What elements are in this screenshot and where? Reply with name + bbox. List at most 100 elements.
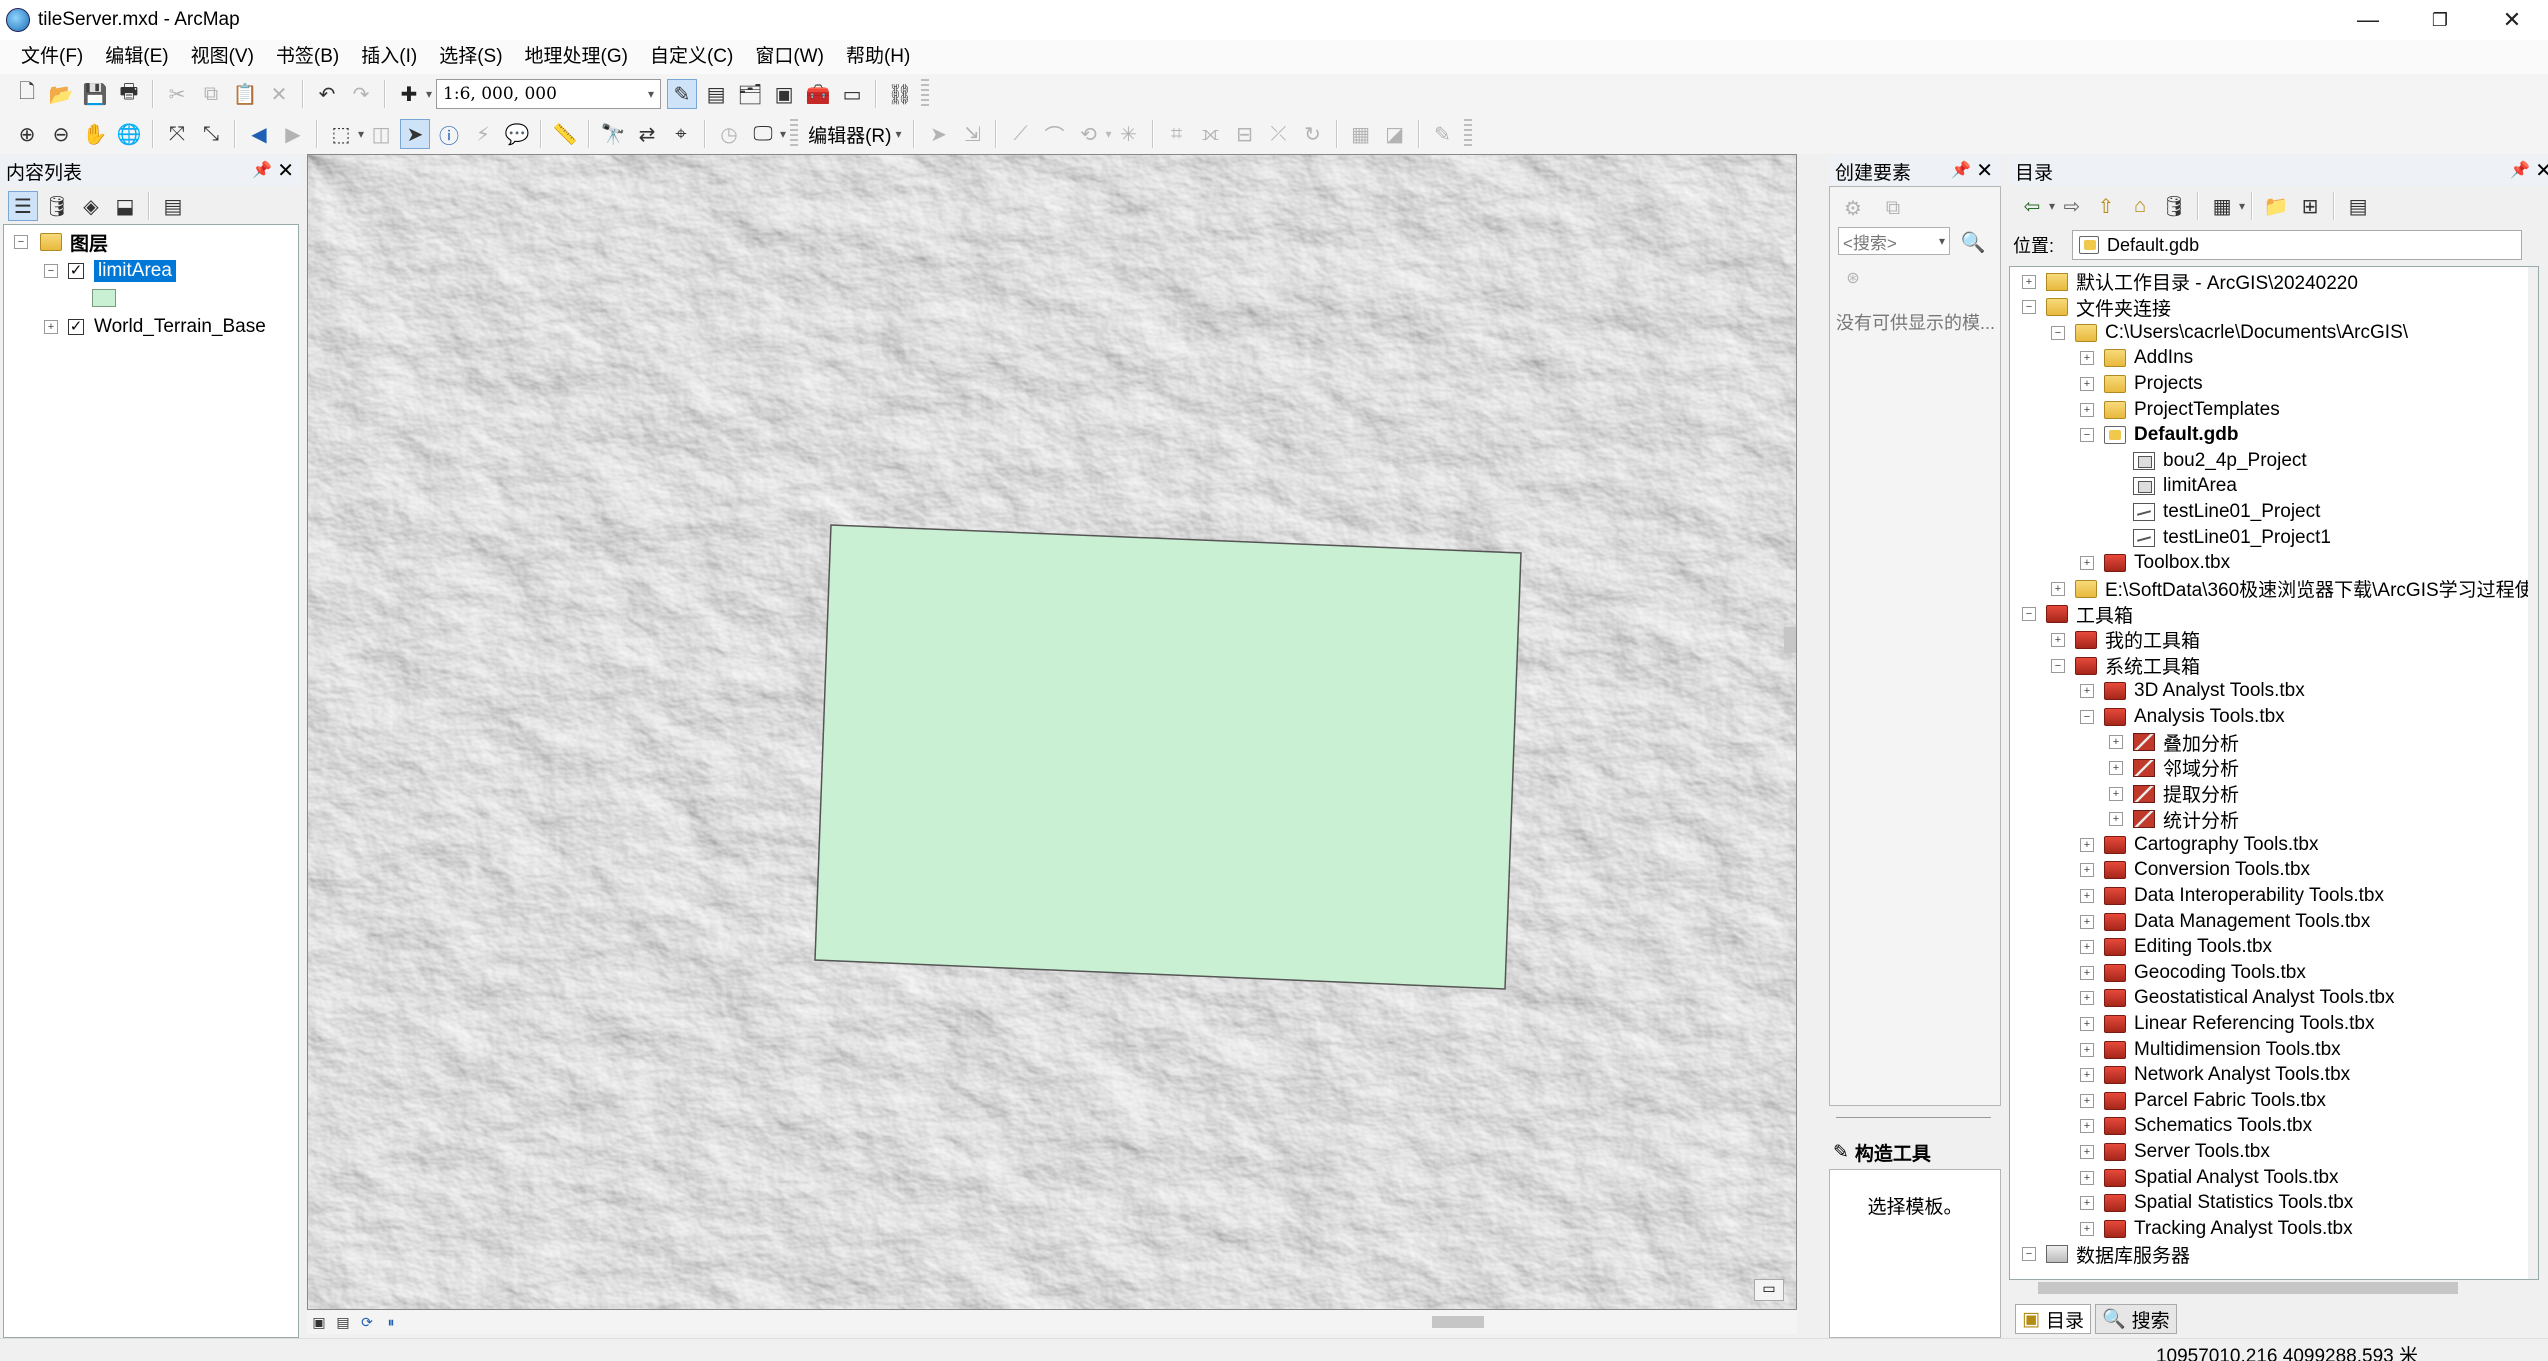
template-search-box[interactable]: <搜索> ▾ — [1838, 227, 1950, 255]
full-extent-icon[interactable]: 🌐 — [114, 119, 144, 149]
catalog-horizontal-scroll-thumb[interactable] — [2038, 1282, 2458, 1294]
list-by-visibility-icon[interactable]: ◈ — [76, 191, 106, 221]
pin-icon[interactable]: 📌 — [2510, 160, 2530, 180]
expand-icon[interactable]: + — [2109, 760, 2123, 775]
collapse-icon[interactable]: − — [2022, 1247, 2036, 1262]
expand-icon[interactable]: + — [2051, 581, 2065, 596]
list-by-selection-icon[interactable]: ⬓ — [110, 191, 140, 221]
catalog-tree-item[interactable]: + Data Management Tools.tbx — [2080, 909, 2370, 934]
catalog-tree-item[interactable]: + Linear Referencing Tools.tbx — [2080, 1011, 2374, 1036]
menu-customize[interactable]: 自定义(C) — [639, 40, 744, 74]
list-by-source-icon[interactable]: 🛢 — [42, 191, 72, 221]
open-folder-icon[interactable]: 📂 — [46, 79, 76, 109]
back-arrow-icon[interactable]: ⇦ — [2017, 191, 2047, 221]
paste-icon[interactable]: 📋 — [230, 79, 260, 109]
find-route-icon[interactable]: ⇄ — [632, 119, 662, 149]
up-one-level-icon[interactable]: ⇧ — [2091, 191, 2121, 221]
layer-visibility-checkbox[interactable]: ✓ — [68, 319, 84, 335]
catalog-tree-item[interactable]: testLine01_Project — [2109, 499, 2320, 524]
data-view-icon[interactable]: ▣ — [309, 1312, 329, 1332]
search-window-icon[interactable]: ▣ — [769, 79, 799, 109]
undo-icon[interactable]: ↶ — [312, 79, 342, 109]
endpoint-arc-icon[interactable]: ⌒ — [1039, 119, 1069, 149]
chevron-down-icon[interactable]: ▾ — [2239, 199, 2245, 213]
expand-icon[interactable]: + — [44, 320, 58, 334]
collapse-icon[interactable]: − — [2080, 709, 2094, 724]
edit-tool-icon[interactable]: ➤ — [923, 119, 953, 149]
toc-options-icon[interactable]: ▤ — [158, 191, 188, 221]
expand-icon[interactable]: + — [2080, 402, 2094, 417]
forward-arrow-icon[interactable]: ▶ — [278, 119, 308, 149]
home-icon[interactable]: ⌂ — [2125, 191, 2155, 221]
expand-icon[interactable]: + — [2080, 837, 2094, 852]
catalog-tree-item[interactable]: + Geocoding Tools.tbx — [2080, 960, 2306, 985]
template-view-icon[interactable]: ⧉ — [1878, 193, 1908, 223]
connect-folder-icon[interactable]: 📁 — [2261, 191, 2291, 221]
catalog-tree-item[interactable]: − Analysis Tools.tbx — [2080, 704, 2285, 729]
expand-icon[interactable]: + — [2109, 735, 2123, 750]
edit-annotation-icon[interactable]: ⇲ — [957, 119, 987, 149]
map-scale-combobox[interactable]: 1:6, 000, 000 ▾ — [436, 79, 662, 109]
editor-menu-button[interactable]: 编辑器(R) ▾ — [802, 119, 907, 149]
organize-templates-icon[interactable]: ⚙ — [1838, 193, 1868, 223]
expand-icon[interactable]: + — [2080, 556, 2094, 571]
collapse-icon[interactable]: − — [2051, 658, 2065, 673]
python-window-icon[interactable]: ▭ — [837, 79, 867, 109]
catalog-tree-item[interactable]: + Parcel Fabric Tools.tbx — [2080, 1088, 2326, 1113]
catalog-tree-item[interactable]: + 提取分析 — [2109, 781, 2239, 806]
layer-visibility-checkbox[interactable]: ✓ — [68, 263, 84, 279]
expand-icon[interactable]: + — [2109, 812, 2123, 827]
toc-root-row[interactable]: − 图层 — [14, 229, 108, 255]
minimize-button[interactable]: — — [2332, 0, 2404, 40]
catalog-tree-item[interactable]: +3D Analyst Tools.tbx — [2080, 679, 2305, 704]
catalog-tree-item[interactable]: + ProjectTemplates — [2080, 397, 2280, 422]
new-document-icon[interactable]: 🗋 — [12, 79, 42, 109]
menu-insert[interactable]: 插入(I) — [350, 40, 428, 74]
identify-icon[interactable]: ⓘ — [434, 119, 464, 149]
expand-icon[interactable]: + — [2080, 351, 2094, 366]
go-to-xy-icon[interactable]: ⌖ — [666, 119, 696, 149]
expand-icon[interactable]: + — [2080, 888, 2094, 903]
select-elements-arrow-icon[interactable]: ➤ — [400, 119, 431, 149]
expand-icon[interactable]: + — [2051, 632, 2065, 647]
expand-icon[interactable]: + — [2080, 684, 2094, 699]
catalog-tree-item[interactable]: + Schematics Tools.tbx — [2080, 1114, 2312, 1139]
fixed-zoom-in-icon[interactable]: ⤧ — [162, 119, 192, 149]
expand-icon[interactable]: + — [2080, 863, 2094, 878]
catalog-tree-item[interactable]: − Default.gdb — [2080, 423, 2239, 448]
expand-icon[interactable]: + — [2022, 274, 2036, 289]
close-icon[interactable]: ✕ — [277, 158, 294, 183]
catalog-vertical-scrollbar[interactable] — [2528, 267, 2538, 1279]
tab-search[interactable]: 🔍 搜索 — [2094, 1304, 2177, 1334]
menu-edit[interactable]: 编辑(E) — [94, 40, 179, 74]
collapse-icon[interactable]: − — [2022, 607, 2036, 622]
expand-icon[interactable]: + — [2080, 1068, 2094, 1083]
collapse-icon[interactable]: − — [2080, 428, 2094, 443]
expand-icon[interactable]: + — [2080, 1221, 2094, 1236]
rotate-icon[interactable]: ↻ — [1298, 119, 1328, 149]
expand-icon[interactable]: + — [2080, 1144, 2094, 1159]
menu-file[interactable]: 文件(F) — [10, 40, 94, 74]
save-icon[interactable]: 💾 — [80, 79, 110, 109]
fixed-zoom-out-icon[interactable]: ⤡ — [196, 119, 226, 149]
catalog-tree-item[interactable]: + Geostatistical Analyst Tools.tbx — [2080, 986, 2395, 1011]
maximize-button[interactable]: ❐ — [2404, 0, 2476, 40]
collapse-icon[interactable]: − — [2022, 300, 2036, 315]
catalog-tree-item[interactable]: − 数据库服务器 — [2022, 1242, 2190, 1267]
layout-view-icon[interactable]: ▤ — [333, 1312, 353, 1332]
catalog-tree-item[interactable]: − C:\Users\cacrle\Documents\ArcGIS\ — [2051, 320, 2408, 345]
catalog-tree-item[interactable]: testLine01_Project1 — [2109, 525, 2331, 550]
catalog-tree-item[interactable]: + Server Tools.tbx — [2080, 1139, 2270, 1164]
redo-icon[interactable]: ↷ — [346, 79, 376, 109]
toggle-contents-icon[interactable]: ⊞ — [2295, 191, 2325, 221]
collapse-icon[interactable]: − — [44, 264, 58, 278]
pan-hand-icon[interactable]: ✋ — [80, 119, 110, 149]
location-combobox[interactable]: Default.gdb — [2072, 230, 2523, 260]
catalog-tree-item[interactable]: + Network Analyst Tools.tbx — [2080, 1063, 2350, 1088]
modelbuilder-icon[interactable]: ⛓ — [885, 79, 915, 109]
catalog-tree-item[interactable]: + Conversion Tools.tbx — [2080, 858, 2310, 883]
expand-icon[interactable]: + — [2080, 1119, 2094, 1134]
copy-icon[interactable]: ⧉ — [196, 79, 226, 109]
expand-icon[interactable]: + — [2080, 376, 2094, 391]
expand-icon[interactable]: + — [2080, 1093, 2094, 1108]
